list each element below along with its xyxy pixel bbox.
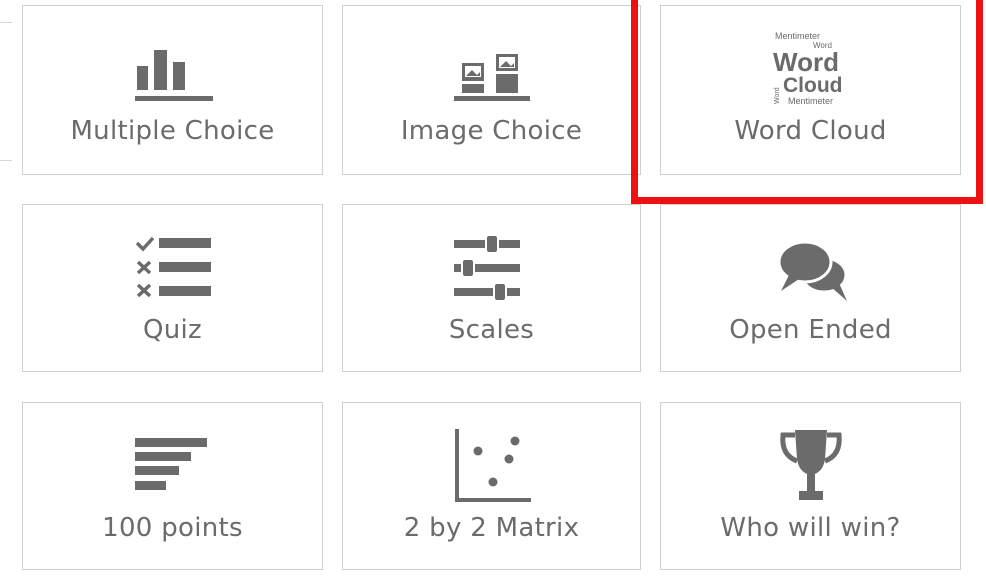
svg-text:Mentimeter: Mentimeter (775, 31, 820, 41)
tile-label: Who will win? (720, 513, 901, 543)
quiz-checklist-icon (123, 233, 223, 313)
tile-label: Word Cloud (734, 116, 887, 146)
horizontal-bars-icon (123, 435, 223, 515)
tile-label: Scales (448, 315, 535, 345)
tile-who-will-win[interactable]: Who will win? (660, 402, 961, 570)
sliders-icon (442, 233, 542, 313)
svg-text:Word: Word (773, 47, 839, 77)
tile-word-cloud[interactable]: Mentimeter Word Word Cloud Word Mentimet… (660, 5, 961, 175)
tile-image-choice[interactable]: Image Choice (342, 5, 641, 175)
tile-label: Quiz (142, 315, 202, 345)
tile-scales[interactable]: Scales (342, 204, 641, 372)
svg-text:Mentimeter: Mentimeter (788, 96, 833, 106)
tile-label: 2 by 2 Matrix (403, 513, 580, 543)
question-type-grid: Multiple Choice Image Choice Mentimeter … (0, 0, 986, 577)
speech-bubbles-icon (761, 235, 861, 315)
tile-2-by-2-matrix[interactable]: 2 by 2 Matrix (342, 402, 641, 570)
tile-quiz[interactable]: Quiz (22, 204, 323, 372)
svg-text:Cloud: Cloud (783, 74, 842, 97)
tile-label: Image Choice (400, 116, 583, 146)
tile-100-points[interactable]: 100 points (22, 402, 323, 570)
tile-label: Open Ended (729, 315, 892, 345)
image-choice-icon (442, 44, 542, 124)
word-cloud-icon: Mentimeter Word Word Cloud Word Mentimet… (761, 28, 861, 108)
tile-multiple-choice[interactable]: Multiple Choice (22, 5, 323, 175)
scatter-matrix-icon (442, 429, 542, 509)
left-edge-divider (0, 0, 14, 180)
trophy-icon (761, 429, 861, 509)
tile-label: 100 points (102, 513, 243, 543)
tile-open-ended[interactable]: Open Ended (660, 204, 961, 372)
tile-label: Multiple Choice (70, 116, 275, 146)
bar-chart-icon (123, 44, 223, 124)
svg-text:Word: Word (774, 87, 781, 104)
